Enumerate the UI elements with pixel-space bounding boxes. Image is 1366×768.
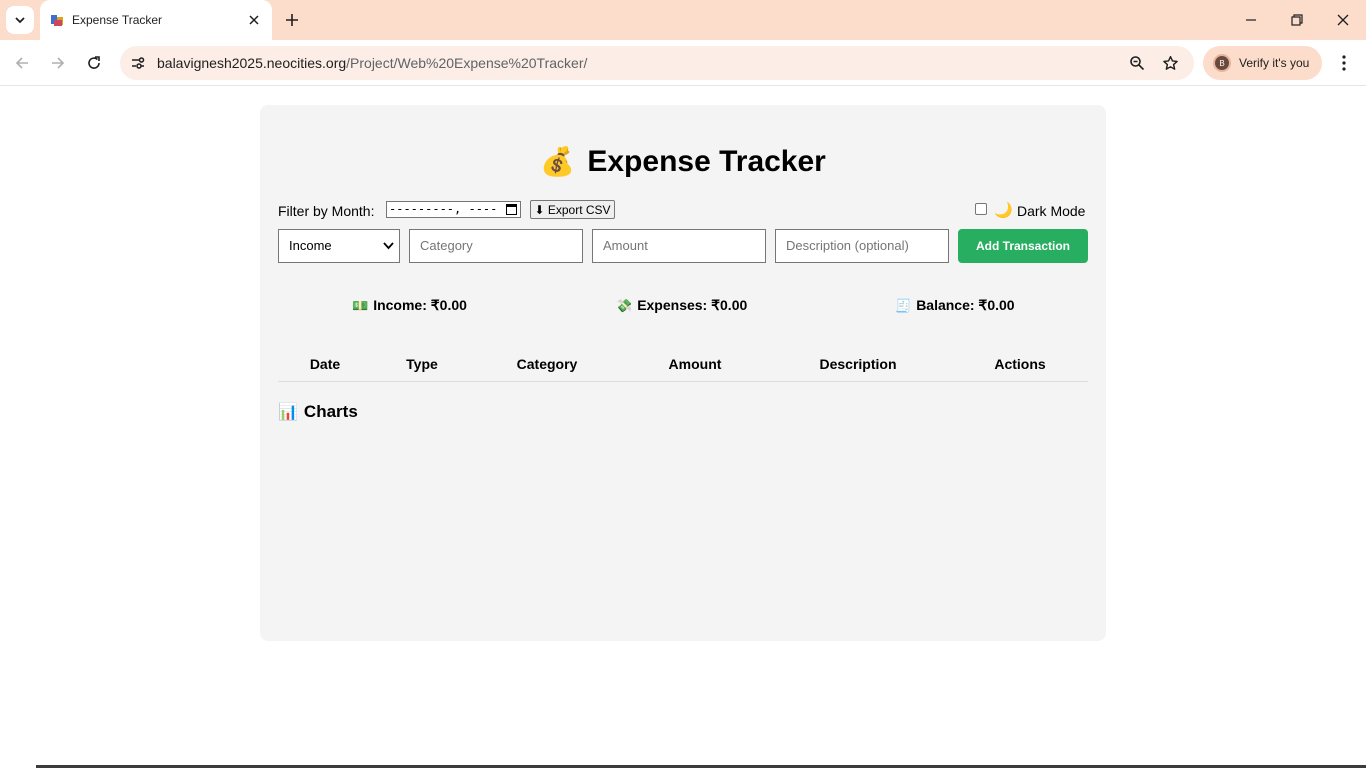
month-filter-input[interactable]: ---------, ---- [386,201,521,218]
type-select-value: Income [289,238,332,253]
column-header-type: Type [406,356,438,372]
add-transaction-button[interactable]: Add Transaction [958,229,1088,263]
kebab-menu-icon [1342,55,1346,71]
site-info-icon [132,57,145,69]
url-host: balavignesh2025.neocities.org [157,55,347,71]
month-filter-placeholder: ---------, ---- [389,202,498,216]
verify-profile-button[interactable]: B Verify it's you [1203,46,1322,80]
minimize-icon [1246,19,1256,21]
export-csv-button[interactable]: ⬇ Export CSV [530,200,615,219]
moon-icon: 🌙 [994,202,1013,219]
page-title: 💰 Expense Tracker [260,145,1106,179]
browser-tab[interactable]: Expense Tracker [40,0,272,40]
dark-mode-checkbox[interactable] [975,203,987,215]
back-button[interactable] [8,49,36,77]
minimize-button[interactable] [1228,0,1274,40]
column-header-category: Category [516,356,578,372]
zoom-icon [1130,56,1145,71]
money-bag-icon: 💰 [540,146,576,177]
tab-close-button[interactable] [245,11,263,29]
balance-total: Balance: ₹0.00 [916,297,1015,313]
type-select[interactable]: Income [278,229,400,263]
zoom-button[interactable] [1125,51,1149,75]
browser-toolbar: balavignesh2025.neocities.org/Project/We… [0,40,1366,86]
column-header-date: Date [309,356,341,372]
charts-heading-text: Charts [303,402,358,421]
expenses-summary: 💸 Expenses: ₹0.00 [616,297,747,314]
favicon-icon [51,15,63,26]
income-total: Income: ₹0.00 [373,297,467,313]
amount-input[interactable]: Amount [592,229,766,263]
column-header-amount: Amount [668,356,722,372]
chevron-down-icon [383,230,394,274]
page-title-text: Expense Tracker [587,145,826,178]
charts-heading: 📊 Charts [278,402,358,422]
bookmark-button[interactable] [1158,51,1182,75]
chevron-down-icon [15,17,25,24]
money-wings-icon: 💸 [616,298,633,313]
url-path: /Project/Web%20Expense%20Tracker/ [346,55,588,71]
expenses-total: Expenses: ₹0.00 [637,297,748,313]
reload-icon [88,56,100,69]
reload-button[interactable] [80,49,108,77]
category-input[interactable]: Category [409,229,583,263]
bookmark-star-icon [1162,55,1178,70]
plus-icon [286,14,298,26]
calendar-icon[interactable] [506,204,517,215]
description-input[interactable]: Description (optional) [775,229,949,263]
tab-title: Expense Tracker [72,13,163,27]
forward-button[interactable] [44,49,72,77]
dark-mode-label: Dark Mode [1017,203,1086,219]
receipt-icon: 🧾 [895,298,912,313]
browser-tabstrip: Expense Tracker [0,0,1366,40]
verify-label: Verify it's you [1239,56,1310,70]
expense-tracker-card: 💰 Expense Tracker Filter by Month: -----… [260,105,1106,641]
browser-menu-button[interactable] [1331,49,1357,77]
new-tab-button[interactable] [280,8,304,32]
filter-month-label: Filter by Month: [278,203,375,219]
bar-chart-icon: 📊 [278,404,298,421]
forward-icon [52,57,65,69]
tab-search-button[interactable] [6,6,34,34]
restore-icon [1291,14,1303,26]
address-bar[interactable]: balavignesh2025.neocities.org/Project/We… [120,46,1194,80]
banknote-icon: 💵 [352,298,369,313]
close-window-icon [1337,14,1349,26]
column-header-actions: Actions [994,356,1046,372]
close-window-button[interactable] [1320,0,1366,40]
avatar: B [1213,54,1231,72]
url-text: balavignesh2025.neocities.org/Project/We… [157,55,587,71]
restore-button[interactable] [1274,0,1320,40]
close-icon [249,15,259,25]
table-divider [278,381,1088,382]
income-summary: 💵 Income: ₹0.00 [352,297,467,314]
site-info-button[interactable] [126,51,150,75]
column-header-description: Description [819,356,897,372]
back-icon [15,57,28,69]
balance-summary: 🧾 Balance: ₹0.00 [895,297,1015,314]
